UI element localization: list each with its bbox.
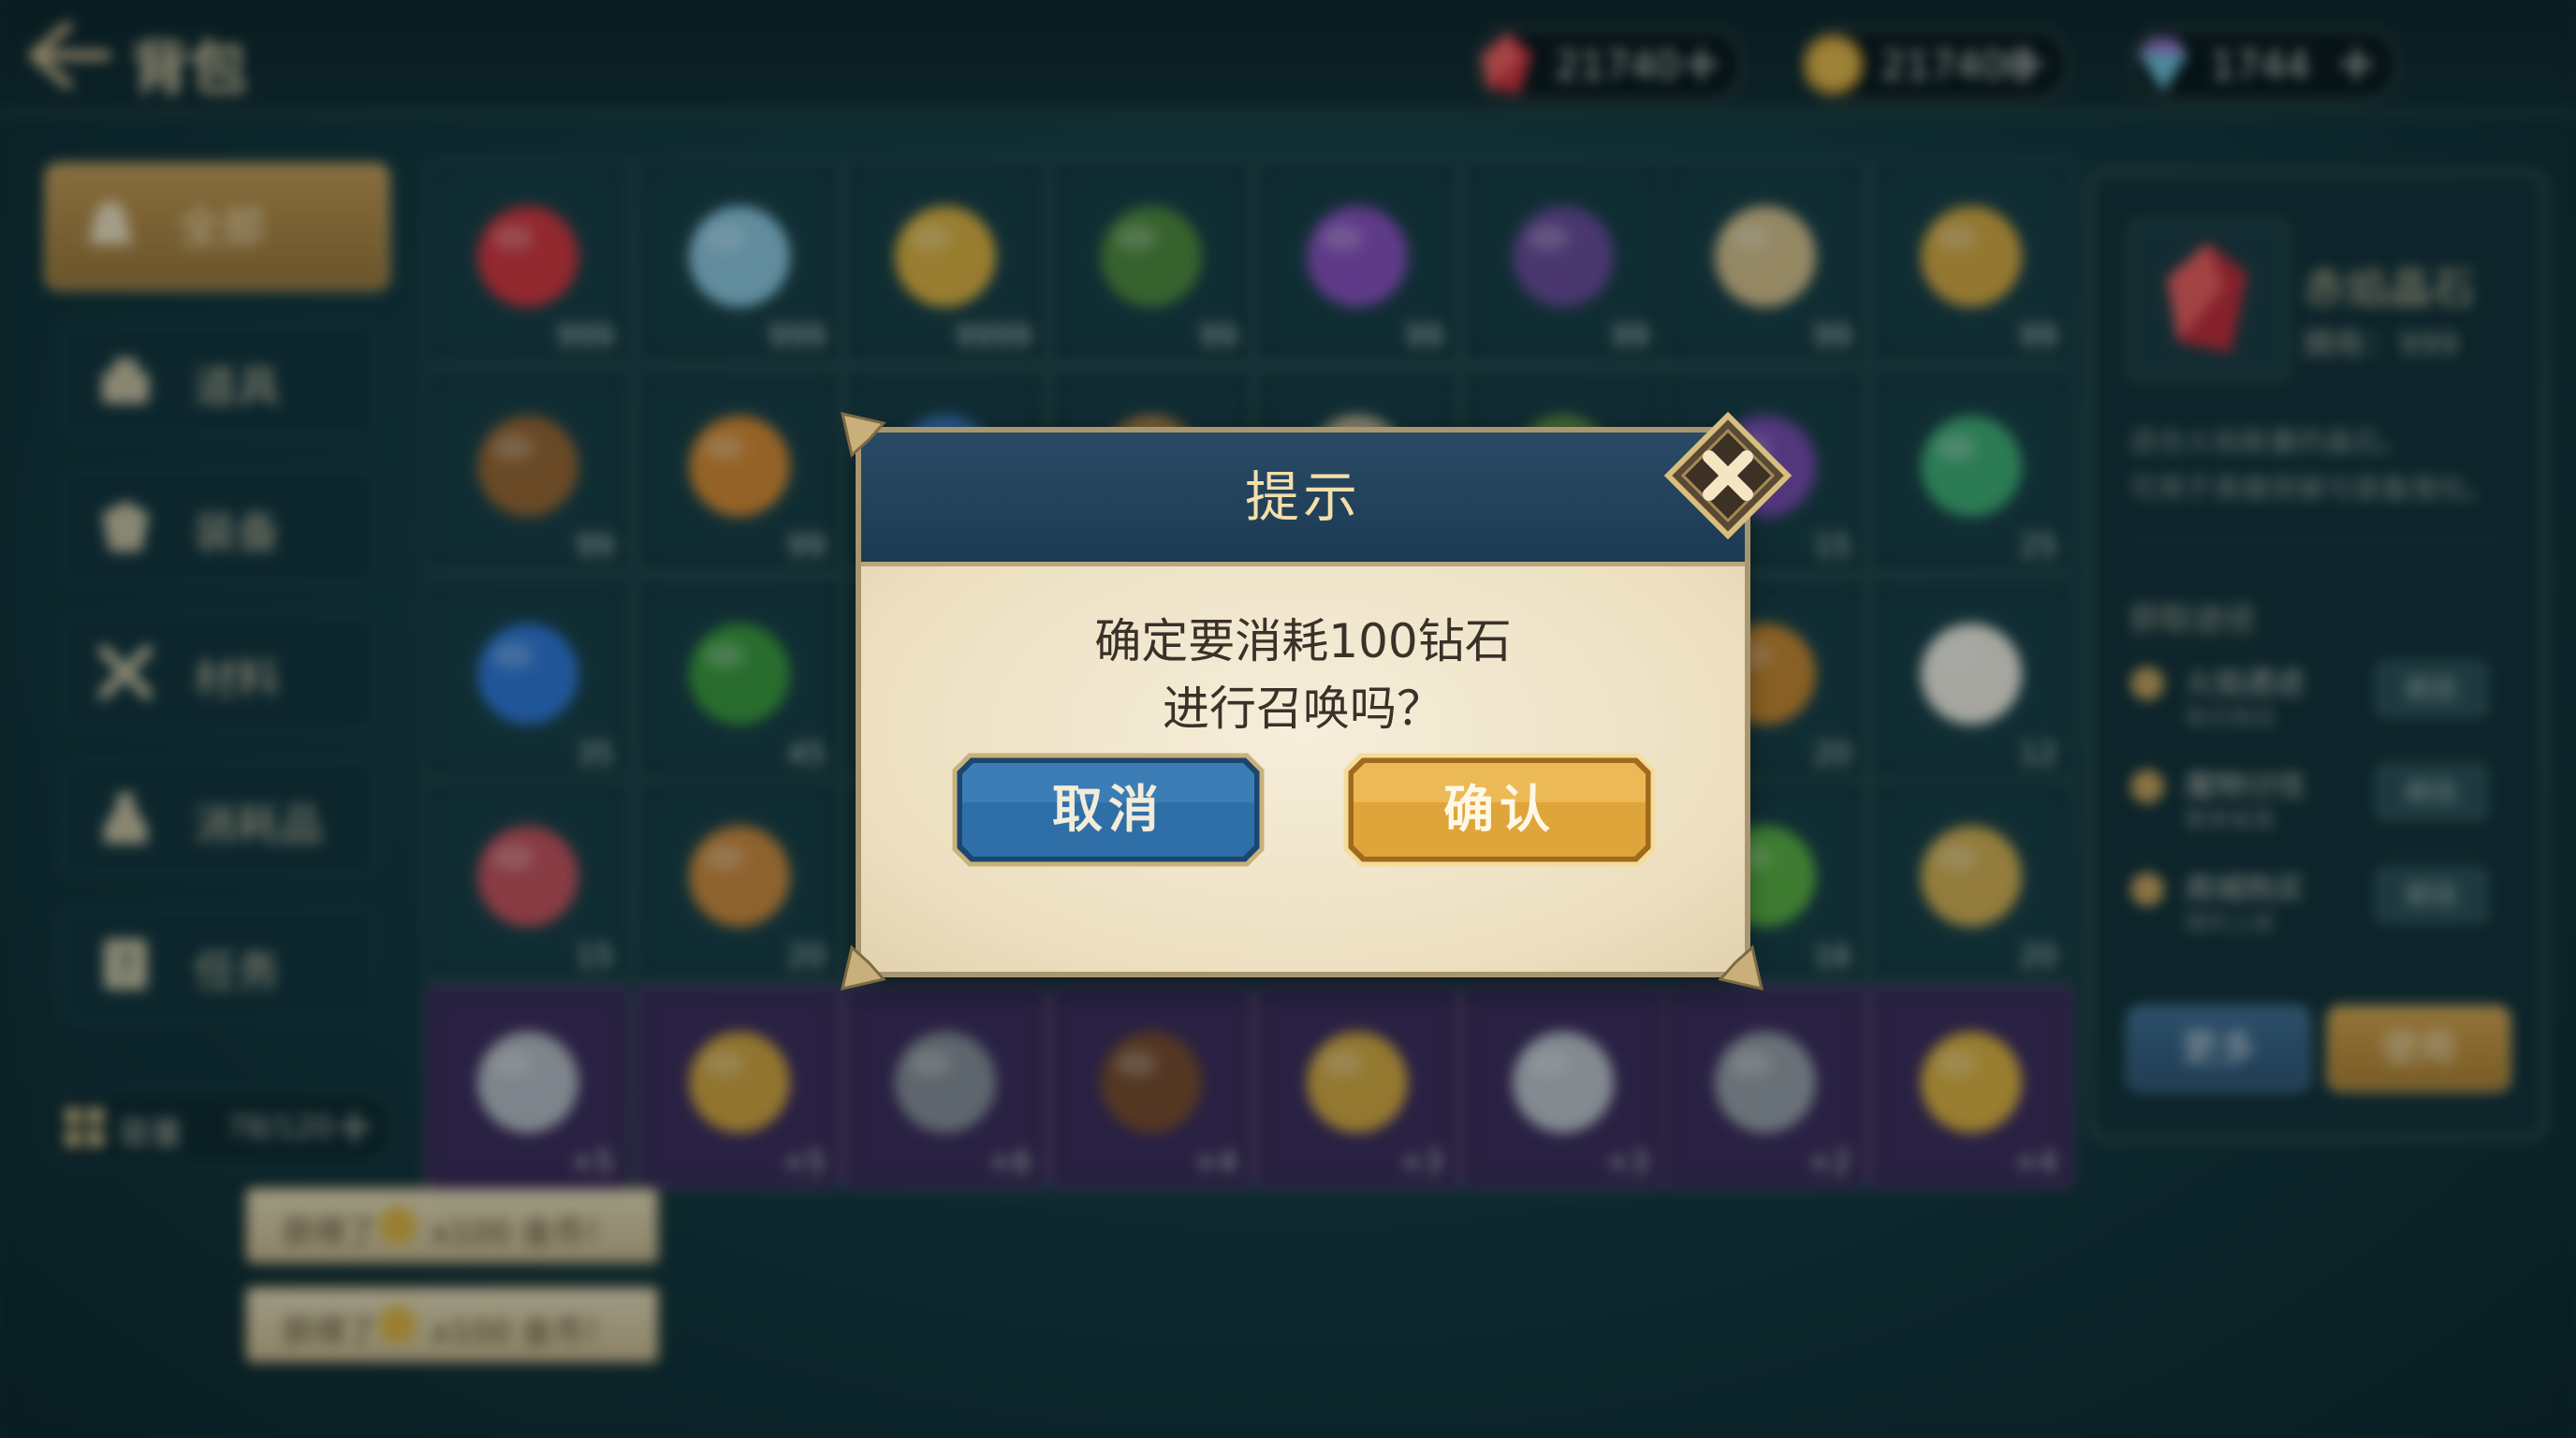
- cancel-label: 取消: [1052, 780, 1164, 839]
- corner-ornament-icon: [1718, 945, 1764, 990]
- dialog-title: 提示: [1244, 465, 1361, 529]
- dialog-body: 确定要消耗100钻石 进行召唤吗？ 取消 确认: [861, 566, 1745, 972]
- confirm-label: 确认: [1443, 780, 1556, 839]
- dialog-message-line: 确定要消耗100钻石: [1094, 614, 1512, 668]
- confirm-dialog: 提示 确定要消耗100钻石 进行召唤吗？ 取消 确认: [841, 411, 1793, 990]
- cancel-button[interactable]: 取消: [949, 750, 1267, 870]
- dialog-frame: 提示 确定要消耗100钻石 进行召唤吗？ 取消 确认: [856, 427, 1750, 977]
- dialog-message-line: 进行召唤吗？: [1163, 682, 1443, 736]
- confirm-button[interactable]: 确认: [1340, 750, 1659, 870]
- close-icon: [1663, 411, 1793, 540]
- close-button[interactable]: [1662, 410, 1793, 541]
- corner-ornament-icon: [841, 945, 886, 990]
- corner-ornament-icon: [841, 412, 886, 458]
- dialog-header: 提示: [861, 433, 1745, 566]
